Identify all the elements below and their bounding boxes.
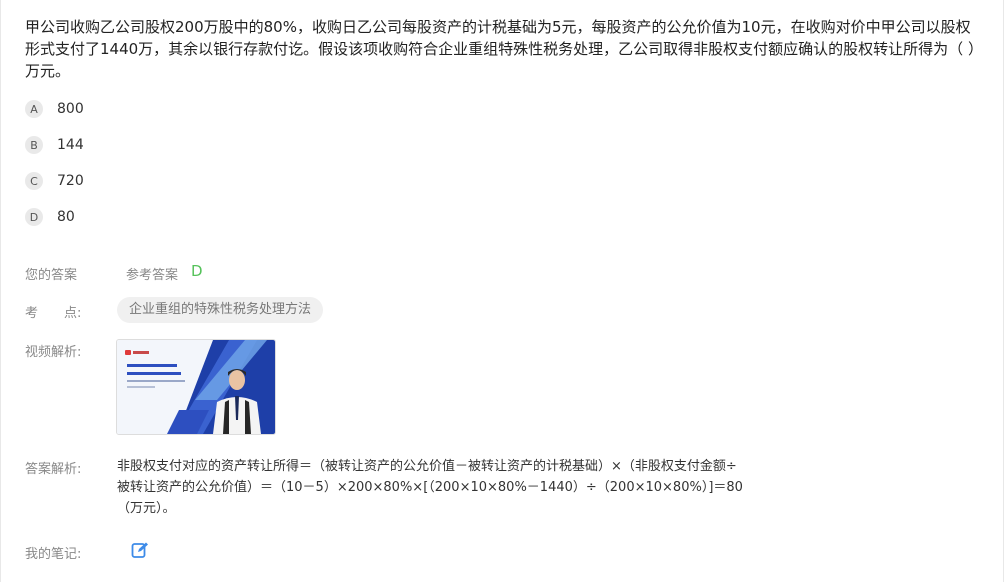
question-stem: 甲公司收购乙公司股权200万股中的80%，收购日乙公司每股资产的计税基础为5元，…	[25, 18, 983, 80]
option-text-c: 720	[57, 173, 84, 189]
analysis-line: 非股权支付对应的资产转让所得＝（被转让资产的公允价值－被转让资产的计税基础）×（…	[117, 459, 737, 474]
my-notes-label: 我的笔记:	[25, 547, 82, 562]
option-letter-a: A	[25, 100, 43, 118]
knowledge-point-tag[interactable]: 企业重组的特殊性税务处理方法	[117, 297, 324, 323]
video-thumbnail-image	[117, 340, 275, 434]
video-analysis-label: 视频解析:	[25, 345, 82, 360]
answer-analysis-label: 答案解析:	[25, 462, 82, 477]
edit-note-icon[interactable]	[131, 541, 149, 559]
analysis-line: 被转让资产的公允价值）＝（10－5）×200×80%×[（200×10×80%－…	[117, 480, 743, 495]
option-text-a: 800	[57, 101, 84, 117]
knowledge-point-label: 考 点:	[25, 306, 82, 321]
answer-analysis-text: 非股权支付对应的资产转让所得＝（被转让资产的公允价值－被转让资产的计税基础）×（…	[117, 456, 797, 519]
option-d[interactable]: D 80	[25, 206, 75, 228]
question-page: 甲公司收购乙公司股权200万股中的80%，收购日乙公司每股资产的计税基础为5元，…	[0, 0, 1004, 582]
option-letter-d: D	[25, 208, 43, 226]
option-c[interactable]: C 720	[25, 170, 84, 192]
your-answer-label: 您的答案	[25, 268, 78, 283]
option-text-d: 80	[57, 209, 75, 225]
option-letter-b: B	[25, 136, 43, 154]
video-thumbnail[interactable]	[116, 339, 276, 435]
option-text-b: 144	[57, 137, 84, 153]
option-letter-c: C	[25, 172, 43, 190]
option-a[interactable]: A 800	[25, 98, 84, 120]
reference-answer-value: D	[191, 262, 203, 280]
analysis-line: （万元）。	[117, 501, 176, 516]
reference-answer-label: 参考答案	[126, 268, 179, 283]
option-b[interactable]: B 144	[25, 134, 84, 156]
